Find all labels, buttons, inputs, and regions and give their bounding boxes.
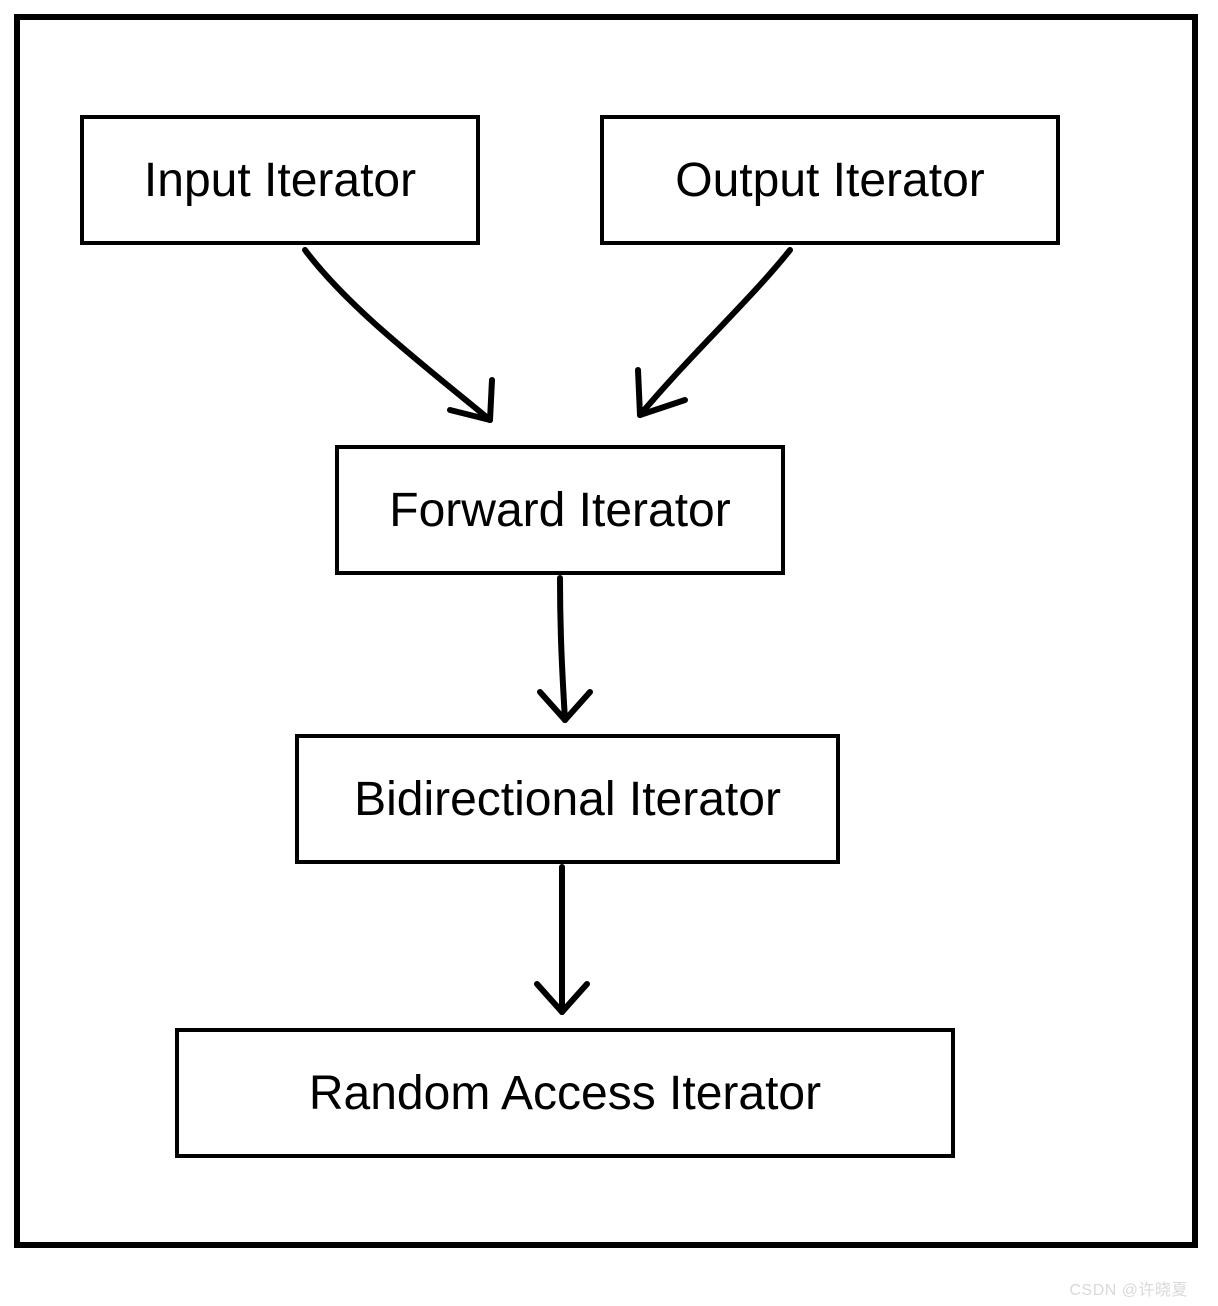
- watermark-text: CSDN @许晓夏: [1069, 1276, 1188, 1300]
- node-label: Input Iterator: [144, 153, 416, 208]
- node-label: Output Iterator: [675, 153, 985, 208]
- node-random-access-iterator: Random Access Iterator: [175, 1028, 955, 1158]
- node-forward-iterator: Forward Iterator: [335, 445, 785, 575]
- node-label: Forward Iterator: [389, 483, 730, 538]
- diagram-canvas: Input Iterator Output Iterator Forward I…: [0, 0, 1218, 1306]
- node-input-iterator: Input Iterator: [80, 115, 480, 245]
- node-output-iterator: Output Iterator: [600, 115, 1060, 245]
- node-bidirectional-iterator: Bidirectional Iterator: [295, 734, 840, 864]
- node-label: Bidirectional Iterator: [354, 772, 781, 827]
- node-label: Random Access Iterator: [309, 1066, 821, 1121]
